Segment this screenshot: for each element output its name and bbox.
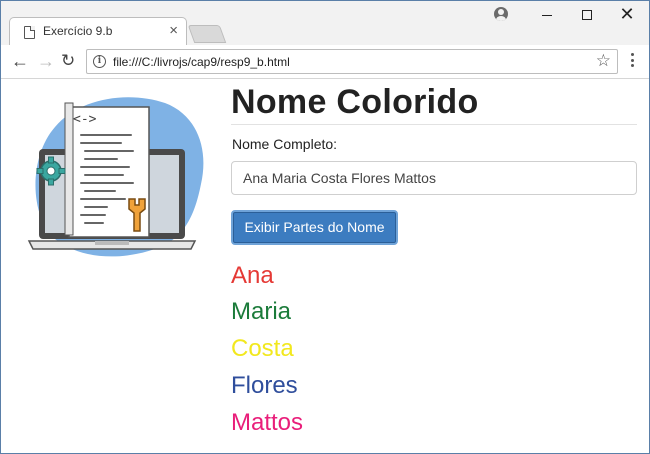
maximize-button[interactable] xyxy=(571,3,603,25)
page-title: Nome Colorido xyxy=(231,83,479,121)
name-part: Ana xyxy=(231,262,274,289)
full-name-label: Nome Completo: xyxy=(232,136,338,152)
page-content: <-> Nome Colorido Nome Completo: Ana Mar… xyxy=(1,79,649,453)
reload-icon[interactable]: ↻ xyxy=(61,52,75,70)
minimize-icon xyxy=(542,14,552,16)
minimize-button[interactable] xyxy=(531,3,563,25)
url-text[interactable]: file:///C:/livrojs/cap9/resp9_b.html xyxy=(113,55,290,69)
back-arrow-icon[interactable]: ← xyxy=(11,52,29,70)
laptop-code-illustration: <-> xyxy=(27,97,204,257)
name-part: Mattos xyxy=(231,409,304,436)
star-icon[interactable]: ☆ xyxy=(596,51,611,71)
show-name-parts-button[interactable]: Exibir Partes do Nome xyxy=(231,210,398,245)
menu-icon[interactable] xyxy=(631,53,635,69)
maximize-icon xyxy=(582,10,592,21)
tab-close-icon[interactable]: × xyxy=(169,22,178,39)
svg-text:<->: <-> xyxy=(73,112,97,127)
new-tab-button[interactable] xyxy=(187,25,227,43)
browser-tab[interactable]: Exercício 9.b × xyxy=(9,17,187,45)
address-bar[interactable]: i file:///C:/livrojs/cap9/resp9_b.html ☆ xyxy=(86,49,618,74)
info-icon[interactable]: i xyxy=(93,55,106,68)
name-part: Maria xyxy=(231,298,292,325)
browser-toolbar: ← → ↻ i file:///C:/livrojs/cap9/resp9_b.… xyxy=(1,45,649,79)
title-bar: Exercício 9.b × ✕ xyxy=(1,1,649,45)
profile-icon[interactable] xyxy=(494,7,508,21)
full-name-input[interactable]: Ana Maria Costa Flores Mattos xyxy=(231,161,637,195)
close-window-button[interactable]: ✕ xyxy=(611,3,643,25)
forward-arrow-icon[interactable]: → xyxy=(37,52,55,70)
name-part: Flores xyxy=(231,372,298,399)
browser-window: Exercício 9.b × ✕ ← → ↻ i file:///C:/liv… xyxy=(0,0,650,454)
title-divider xyxy=(231,124,637,125)
page-icon xyxy=(24,26,35,39)
name-part: Costa xyxy=(231,335,294,362)
tab-title: Exercício 9.b xyxy=(43,24,113,38)
